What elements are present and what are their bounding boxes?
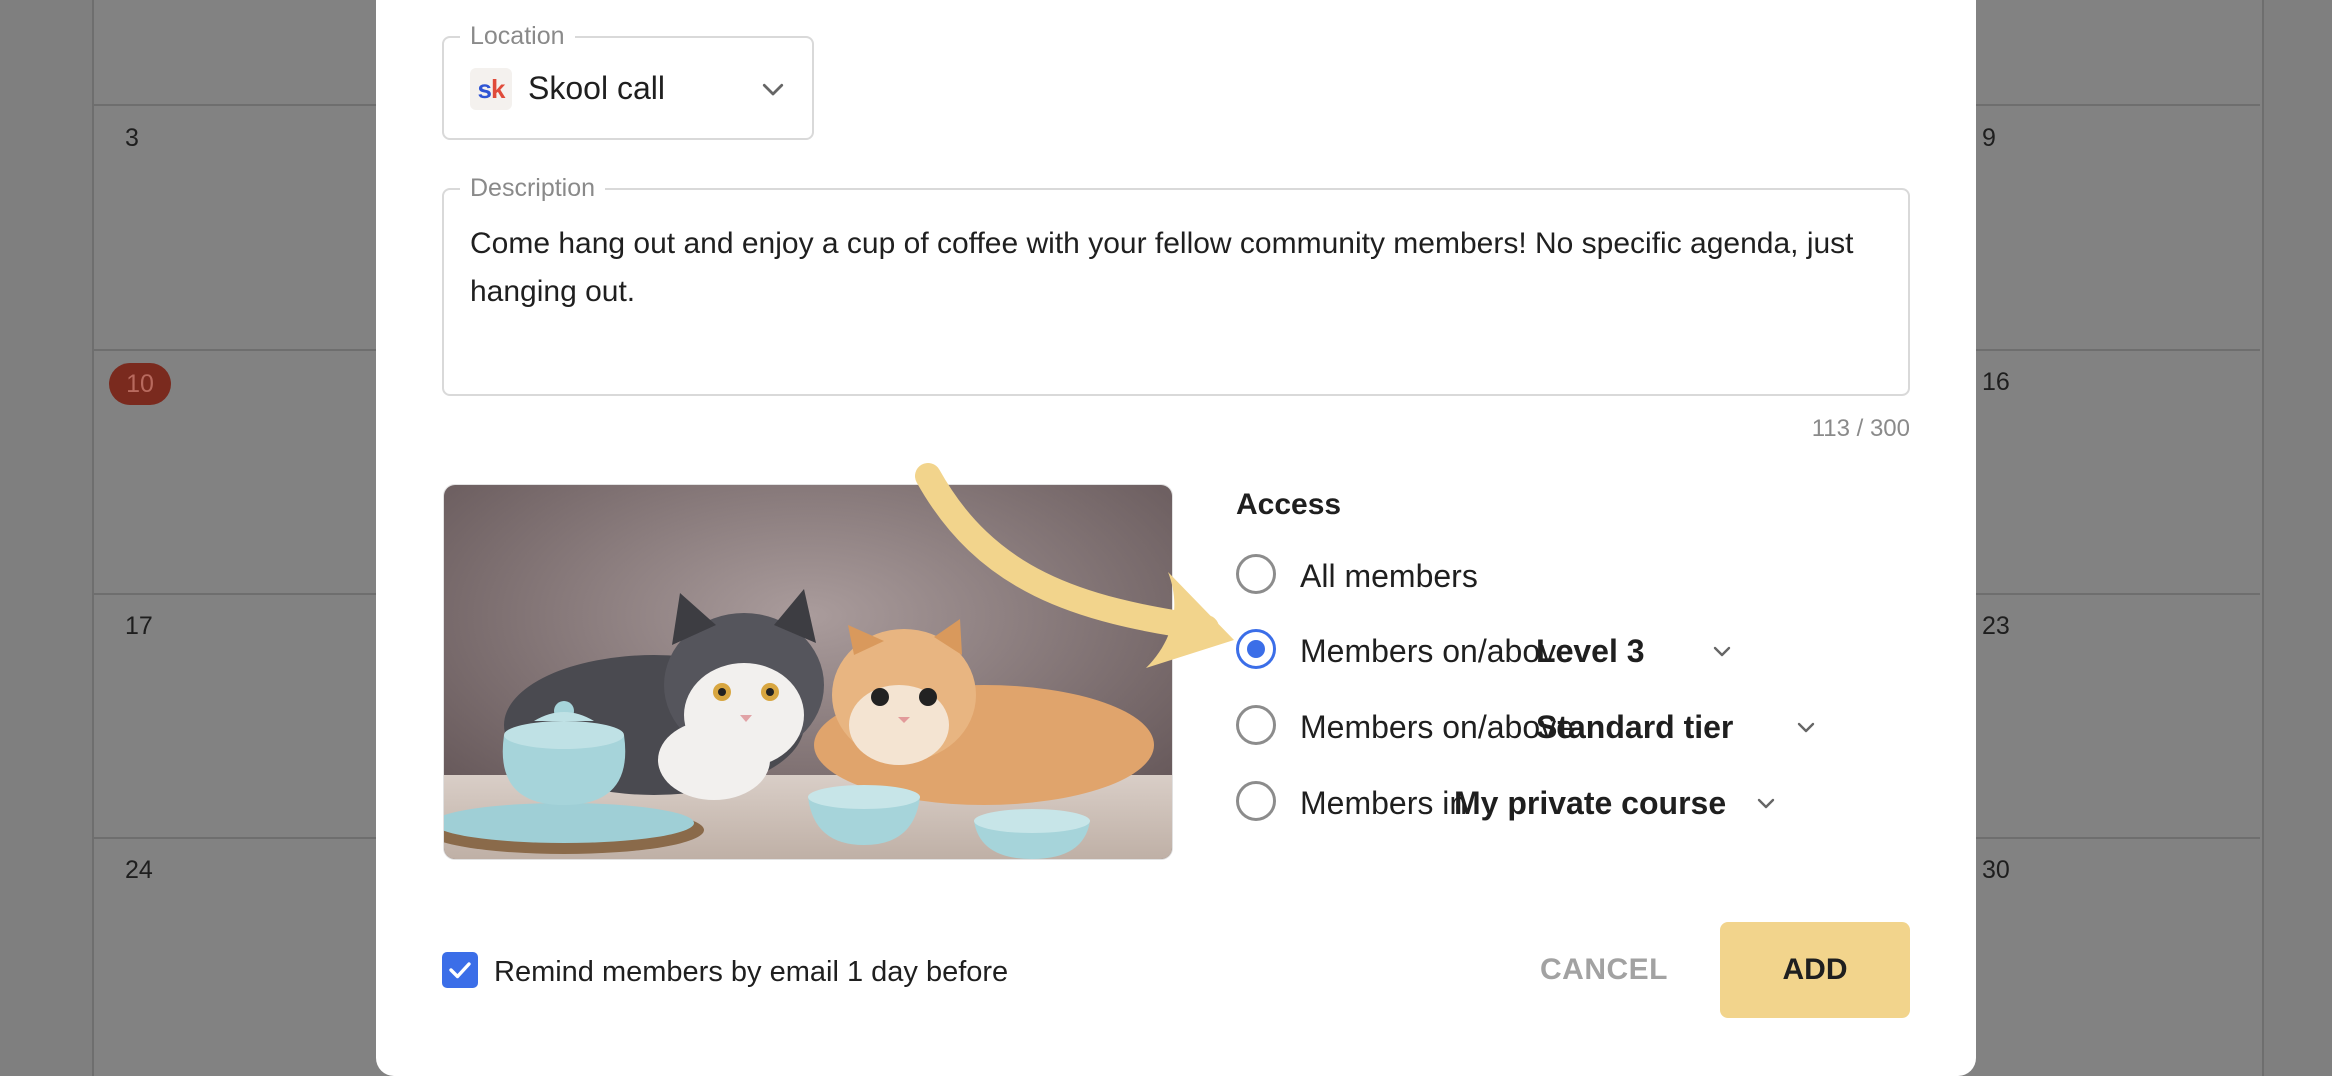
event-cover-image[interactable] xyxy=(443,484,1173,860)
location-value: Skool call xyxy=(528,70,665,106)
chevron-down-icon[interactable] xyxy=(1754,791,1778,815)
access-heading: Access xyxy=(1236,488,1342,521)
course-select[interactable]: My private course xyxy=(1454,785,1726,822)
check-icon xyxy=(449,962,471,979)
option-label: All members xyxy=(1300,558,1478,594)
calendar-day[interactable]: 3 xyxy=(125,124,139,153)
calendar-today-badge[interactable]: 10 xyxy=(109,363,171,405)
option-label: Members on/above xyxy=(1300,633,1574,669)
radio-all-members[interactable] xyxy=(1236,554,1276,594)
chevron-down-icon[interactable] xyxy=(1794,715,1818,739)
description-field[interactable]: Description Come hang out and enjoy a cu… xyxy=(442,173,1910,396)
radio-level[interactable] xyxy=(1236,629,1276,669)
calendar-day[interactable]: 9 xyxy=(1982,124,1996,153)
add-button[interactable]: ADD xyxy=(1720,922,1910,1018)
description-textarea[interactable]: Come hang out and enjoy a cup of coffee … xyxy=(470,220,1870,316)
calendar-day[interactable]: 30 xyxy=(1982,856,2010,885)
chevron-down-icon[interactable] xyxy=(1710,639,1734,663)
cats-with-teacups-image xyxy=(444,485,1172,859)
calendar-day[interactable]: 17 xyxy=(125,612,153,641)
character-counter: 113 / 300 xyxy=(1811,415,1910,442)
calendar-day[interactable]: 23 xyxy=(1982,612,2010,641)
description-legend: Description xyxy=(460,173,606,203)
remind-checkbox[interactable] xyxy=(442,952,478,988)
level-select[interactable]: Level 3 xyxy=(1536,633,1645,670)
add-event-modal: Location sk Skool call Description Come … xyxy=(376,0,1976,1076)
radio-tier[interactable] xyxy=(1236,705,1276,745)
location-legend: Location xyxy=(460,21,575,51)
option-label: Members on/above xyxy=(1300,709,1574,745)
cancel-button[interactable]: CANCEL xyxy=(1524,942,1684,998)
calendar-day[interactable]: 24 xyxy=(125,856,153,885)
option-label: Members in xyxy=(1300,785,1468,821)
remind-label: Remind members by email 1 day before xyxy=(494,956,1009,988)
calendar-day[interactable]: 16 xyxy=(1982,368,2010,397)
tier-select[interactable]: Standard tier xyxy=(1536,709,1733,746)
chevron-down-icon xyxy=(762,83,784,96)
location-select[interactable]: Location sk Skool call xyxy=(442,21,814,140)
skool-logo-icon: sk xyxy=(470,68,512,110)
radio-course[interactable] xyxy=(1236,781,1276,821)
